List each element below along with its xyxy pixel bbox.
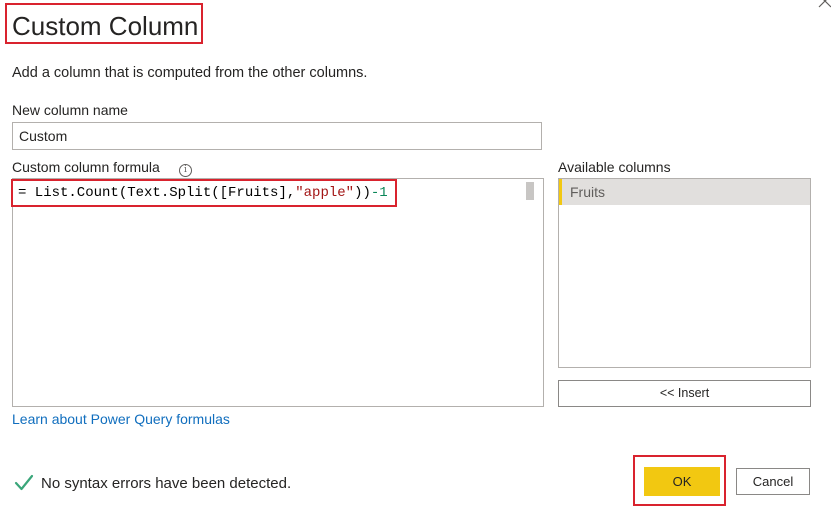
formula-editor[interactable] [12, 178, 544, 407]
dialog-subtitle: Add a column that is computed from the o… [12, 65, 368, 81]
column-name-label: New column name [12, 102, 128, 118]
dialog-title: Custom Column [12, 11, 199, 41]
ok-button[interactable]: OK [644, 467, 720, 496]
formula-scrollbar-thumb[interactable] [526, 182, 534, 200]
available-columns-label: Available columns [558, 159, 671, 175]
close-icon[interactable] [818, 0, 831, 8]
available-column-item[interactable]: Fruits [559, 179, 810, 205]
formula-highlight-box [11, 179, 397, 207]
learn-power-query-link[interactable]: Learn about Power Query formulas [12, 411, 230, 427]
check-icon [14, 474, 34, 491]
column-name-input[interactable] [12, 122, 542, 150]
insert-button[interactable]: << Insert [558, 380, 811, 407]
cancel-button[interactable]: Cancel [736, 468, 810, 495]
info-icon[interactable]: i [179, 164, 192, 177]
syntax-status-text: No syntax errors have been detected. [41, 475, 292, 492]
available-columns-list [558, 178, 811, 368]
formula-label: Custom column formula [12, 159, 160, 175]
